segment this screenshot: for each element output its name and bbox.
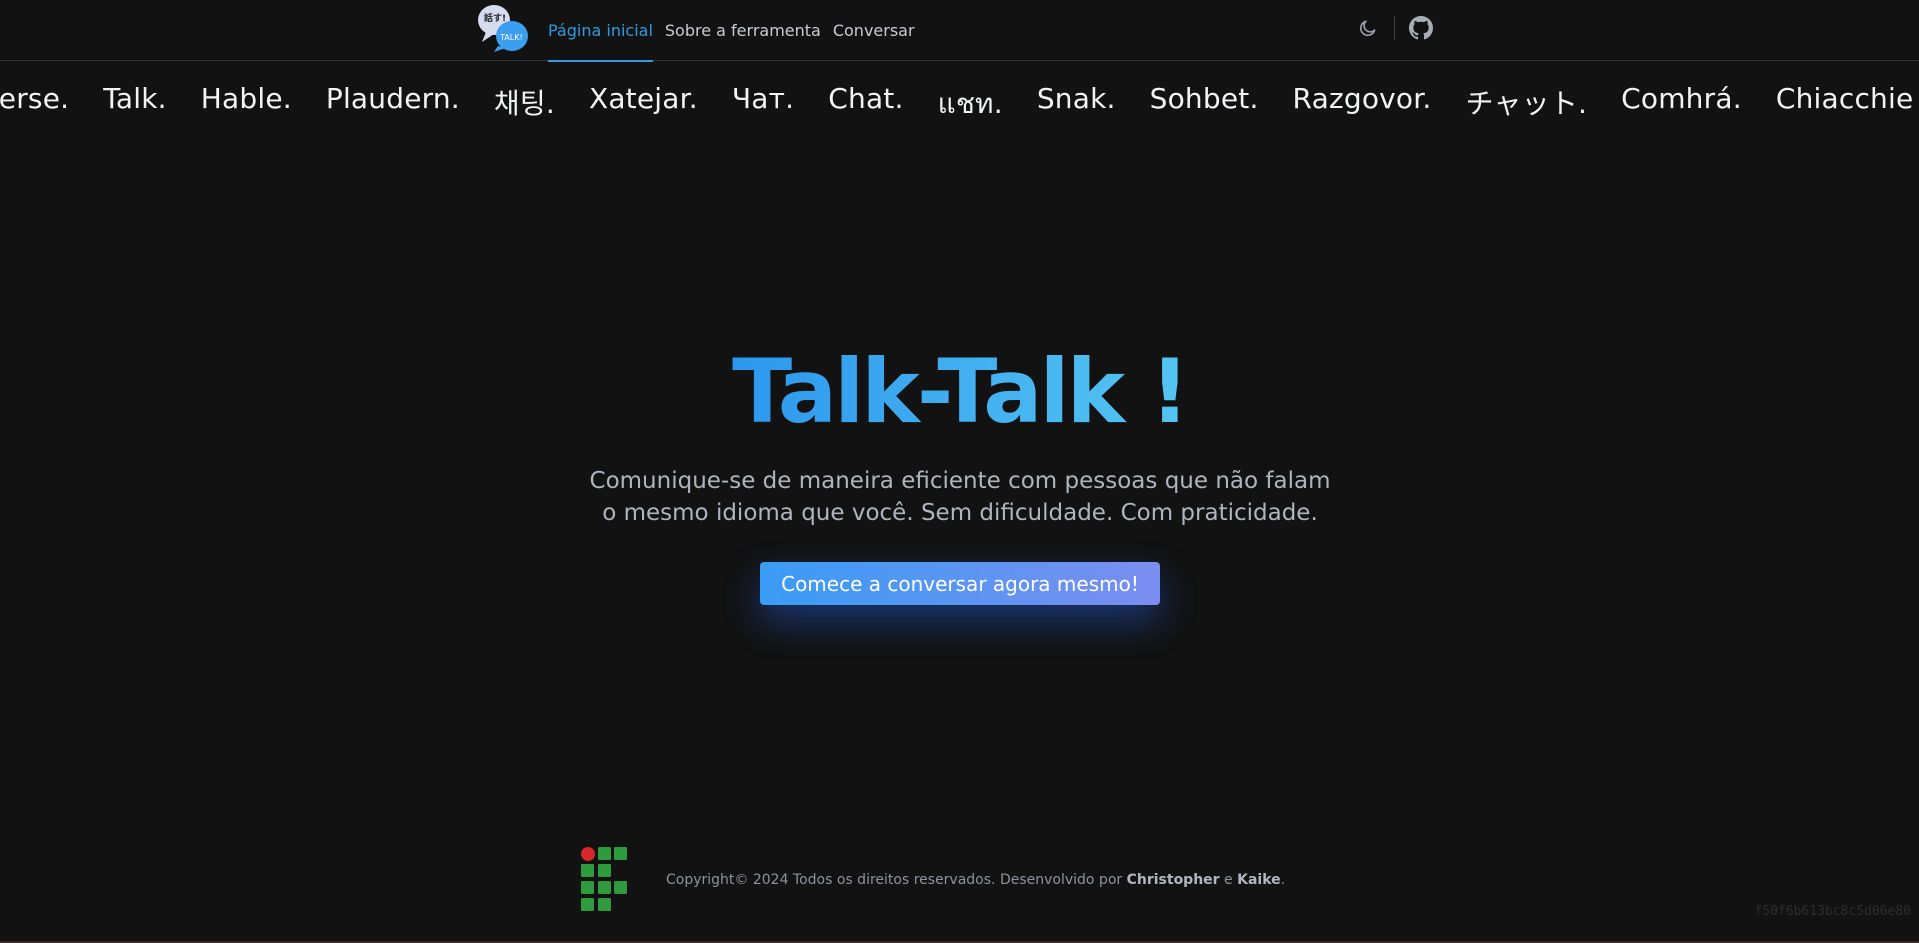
marquee-word: Chiacchie xyxy=(1775,82,1914,115)
marquee-word: Чат. xyxy=(731,82,795,115)
app-logo-icon[interactable]: 話す! TALK! xyxy=(476,2,532,54)
marquee-track: verse. Talk. Hable. Plaudern. 채팅. Xatejar. Чат… xyxy=(0,82,1913,126)
hero-subtitle: Comunique-se de maneira eficiente com pe… xyxy=(560,465,1360,529)
institute-logo xyxy=(580,846,630,912)
github-icon[interactable] xyxy=(1407,14,1435,42)
logo-text-bottom: TALK! xyxy=(499,33,523,42)
hero-subtitle-line2: o mesmo idioma que você. Sem dificuldade… xyxy=(602,500,1318,526)
build-hash: f50f6b613bc8c5d06e80 xyxy=(1754,904,1911,919)
marquee-word: 채팅. xyxy=(493,87,555,120)
marquee-word: Talk. xyxy=(103,82,167,115)
copyright-suffix: . xyxy=(1280,872,1286,888)
marquee-word: verse. xyxy=(0,82,70,115)
language-marquee: verse. Talk. Hable. Plaudern. 채팅. Xatejar. Чат… xyxy=(0,76,1919,132)
marquee-word: Hable. xyxy=(200,82,292,115)
marquee-word: Chat. xyxy=(828,82,904,115)
copyright-prefix: Copyright© 2024 Todos os direitos reserv… xyxy=(666,872,1127,888)
nav-link-chat[interactable]: Conversar xyxy=(833,0,915,61)
header-divider xyxy=(1394,16,1395,40)
hero-subtitle-line1: Comunique-se de maneira eficiente com pe… xyxy=(589,468,1331,494)
logo-text-top: 話す! xyxy=(484,12,506,24)
main-nav: Página inicial Sobre a ferramenta Conver… xyxy=(548,0,915,62)
hero-title: Talk-Talk ! xyxy=(0,340,1919,443)
marquee-word: チャット. xyxy=(1465,87,1588,120)
marquee-word: Xatejar. xyxy=(588,82,698,115)
marquee-word: Comhrá. xyxy=(1621,82,1742,115)
footer-copyright: Copyright© 2024 Todos os direitos reserv… xyxy=(666,872,1285,888)
top-navbar: 話す! TALK! Página inicial Sobre a ferrame… xyxy=(0,0,1919,62)
marquee-word: Snak. xyxy=(1036,82,1116,115)
marquee-word: Sohbet. xyxy=(1149,82,1259,115)
marquee-word: แชท. xyxy=(937,87,1003,120)
start-chat-button[interactable]: Comece a conversar agora mesmo! xyxy=(760,562,1160,605)
author-kaike: Kaike xyxy=(1237,872,1281,888)
marquee-word: Plaudern. xyxy=(325,82,460,115)
author-christopher: Christopher xyxy=(1126,872,1220,888)
hero-title-text: Talk-Talk ! xyxy=(732,340,1190,443)
nav-link-about[interactable]: Sobre a ferramenta xyxy=(665,0,821,61)
moon-icon[interactable] xyxy=(1354,14,1382,42)
marquee-word: Razgovor. xyxy=(1292,82,1432,115)
header-actions xyxy=(1354,14,1435,42)
author-conjunction: e xyxy=(1219,872,1238,888)
nav-link-home[interactable]: Página inicial xyxy=(548,0,653,62)
